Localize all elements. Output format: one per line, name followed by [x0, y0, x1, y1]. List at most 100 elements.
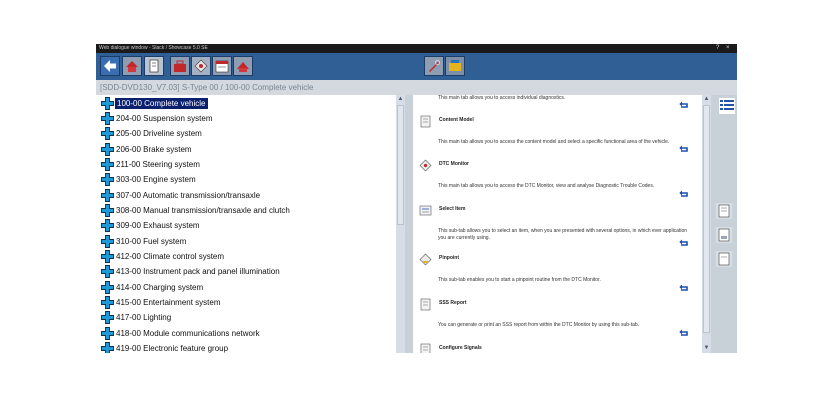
system-list-item[interactable]: 417-00 Lighting	[101, 310, 397, 325]
help-topic-desc: This sub-tab allows you to select an ite…	[438, 228, 688, 241]
system-list: 100-00 Complete vehicle 204-00 Suspension…	[96, 95, 396, 353]
help-topic-title[interactable]: Select Item	[439, 206, 465, 212]
system-label: 412-00 Climate control system	[116, 252, 225, 261]
diagnostics-button[interactable]	[191, 56, 211, 76]
calendar-icon	[213, 57, 231, 75]
system-label: 418-00 Module communications network	[116, 328, 260, 338]
expand-plus-icon[interactable]	[101, 157, 114, 171]
system-list-item[interactable]: 414-00 Charging system	[101, 280, 397, 295]
back-to-top-icon[interactable]	[679, 189, 689, 197]
document-button[interactable]	[144, 56, 164, 76]
help-topic-desc: This sub-tab enables you to start a pinp…	[438, 277, 601, 283]
help-topic-title[interactable]: DTC Monitor	[439, 161, 469, 167]
system-list-item[interactable]: 206-00 Brake system	[101, 142, 397, 157]
list-view-button[interactable]	[719, 98, 735, 114]
diagnostics-icon	[192, 57, 210, 75]
home-button[interactable]	[122, 56, 142, 76]
expand-plus-icon[interactable]	[101, 265, 114, 279]
help-icon[interactable]: ?	[716, 45, 722, 51]
system-list-item[interactable]: 211-00 Steering system	[101, 157, 397, 172]
system-list-item[interactable]: 412-00 Climate control system	[101, 249, 397, 264]
expand-plus-icon[interactable]	[101, 111, 114, 125]
report-icon	[420, 298, 431, 311]
expand-plus-icon[interactable]	[101, 188, 114, 202]
scroll-thumb[interactable]	[397, 105, 404, 225]
notes-button[interactable]	[716, 203, 732, 219]
close-icon[interactable]: ×	[726, 45, 732, 51]
help-topic-desc: This main tab allows you to access the D…	[438, 183, 655, 189]
system-label: 205-00 Driveline system	[116, 129, 202, 139]
expand-plus-icon[interactable]	[101, 127, 114, 141]
expand-plus-icon[interactable]	[101, 203, 114, 217]
expand-plus-icon[interactable]	[101, 311, 114, 325]
back-nav-button[interactable]	[100, 56, 120, 76]
expand-plus-icon[interactable]	[101, 142, 114, 156]
system-list-item[interactable]: 310-00 Fuel system	[101, 234, 397, 249]
print-button[interactable]	[716, 227, 732, 243]
log-button[interactable]	[716, 251, 732, 267]
help-panel: This main tab allows you to access indiv…	[413, 95, 702, 353]
system-list-item[interactable]: 307-00 Automatic transmission/transaxle	[101, 188, 397, 203]
vehicle-info-icon	[446, 57, 464, 75]
expand-plus-icon[interactable]	[101, 342, 114, 353]
dtc-monitor-icon	[419, 159, 432, 172]
expand-plus-icon[interactable]	[101, 296, 114, 309]
system-label: 310-00 Fuel system	[116, 236, 187, 246]
breadcrumb: [SDD-DVD130_V7.03] S-Type 00 / 100-00 Co…	[96, 80, 737, 95]
toolbox-icon	[171, 57, 189, 75]
calendar-button[interactable]	[212, 56, 232, 76]
scroll-down-icon[interactable]: ▼	[703, 345, 710, 352]
system-list-item[interactable]: 100-00 Complete vehicle	[101, 96, 397, 111]
system-list-item[interactable]: 303-00 Engine system	[101, 172, 397, 187]
system-list-scrollbar[interactable]: ▲	[396, 95, 405, 353]
expand-plus-icon[interactable]	[101, 280, 114, 294]
system-label: 206-00 Brake system	[116, 144, 192, 154]
wrench-car-icon	[234, 57, 252, 75]
back-to-top-icon[interactable]	[679, 238, 689, 246]
system-label: 308-00 Manual transmission/transaxle and…	[116, 205, 290, 215]
system-list-item[interactable]: 419-00 Electronic feature group	[101, 341, 397, 353]
system-list-item[interactable]: 415-00 Entertainment system	[101, 295, 397, 310]
help-panel-scrollbar[interactable]: ▲ ▼	[702, 95, 711, 353]
settings-button[interactable]	[424, 56, 444, 76]
system-label: 307-00 Automatic transmission/transaxle	[116, 190, 261, 200]
system-label: 303-00 Engine system	[116, 175, 196, 185]
system-list-item[interactable]: 309-00 Exhaust system	[101, 218, 397, 233]
toolbox-button[interactable]	[170, 56, 190, 76]
window-title: Web dialogue window - Slack / Showcase 5…	[99, 45, 208, 51]
document-icon	[145, 57, 163, 75]
pinpoint-icon	[419, 253, 432, 266]
system-label: 211-00 Steering system	[116, 159, 200, 169]
help-topic-title[interactable]: SSS Report	[439, 300, 467, 306]
back-to-top-icon[interactable]	[679, 144, 689, 152]
system-label: 309-00 Exhaust system	[116, 221, 200, 231]
scroll-thumb[interactable]	[703, 105, 710, 333]
tools-button[interactable]	[233, 56, 253, 76]
notepad-icon	[716, 203, 732, 219]
vehicle-info-button[interactable]	[445, 56, 465, 76]
system-list-item[interactable]: 418-00 Module communications network	[101, 326, 397, 341]
back-to-top-icon[interactable]	[679, 328, 689, 336]
system-list-item[interactable]: 205-00 Driveline system	[101, 126, 397, 141]
help-topic-title[interactable]: Content Model	[439, 117, 474, 123]
system-list-item[interactable]: 204-00 Suspension system	[101, 111, 397, 126]
back-arrow-icon	[101, 57, 119, 75]
scroll-up-icon[interactable]: ▲	[703, 96, 710, 103]
system-list-item[interactable]: 413-00 Instrument pack and panel illumin…	[101, 264, 397, 279]
help-topic-title[interactable]: Configure Signals	[439, 345, 482, 351]
back-to-top-icon[interactable]	[679, 100, 689, 108]
scroll-up-icon[interactable]: ▲	[397, 96, 404, 103]
expand-plus-icon[interactable]	[101, 250, 114, 263]
system-label: 204-00 Suspension system	[116, 113, 213, 123]
content-model-icon	[420, 115, 431, 128]
expand-plus-icon[interactable]	[101, 219, 114, 233]
main-toolbar	[96, 53, 737, 80]
expand-plus-icon[interactable]	[101, 234, 114, 248]
help-topic-title[interactable]: Pinpoint	[439, 255, 459, 261]
expand-plus-icon[interactable]	[101, 326, 114, 340]
back-to-top-icon[interactable]	[679, 283, 689, 291]
expand-plus-icon[interactable]	[101, 96, 114, 110]
system-list-item[interactable]: 308-00 Manual transmission/transaxle and…	[101, 203, 397, 218]
list-icon	[719, 98, 735, 114]
expand-plus-icon[interactable]	[101, 173, 114, 187]
